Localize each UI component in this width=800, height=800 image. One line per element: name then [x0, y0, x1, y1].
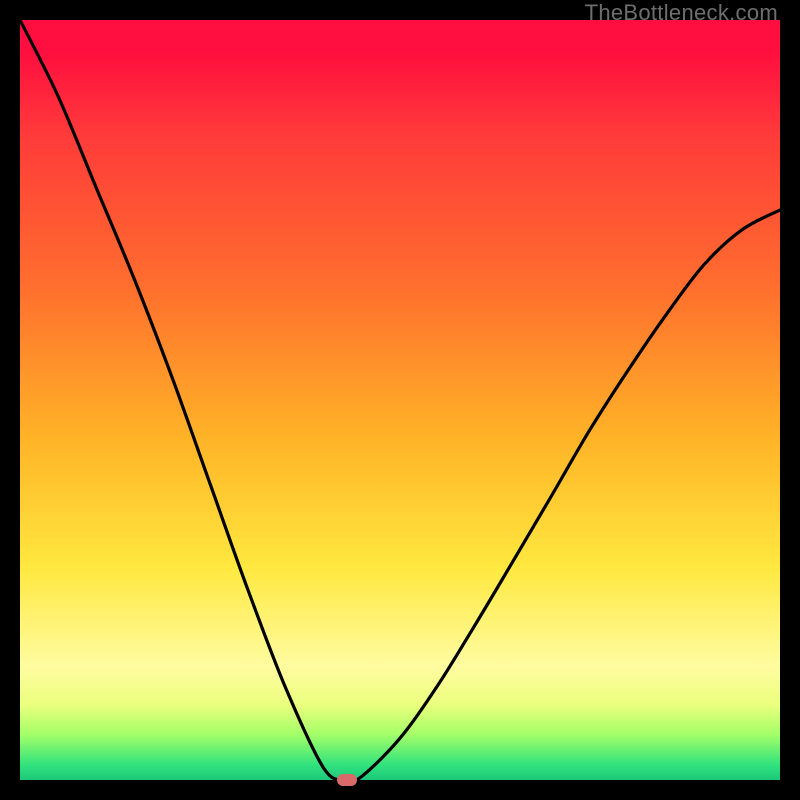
curve-svg [20, 20, 780, 780]
plot-area [20, 20, 780, 780]
optimum-marker [337, 774, 357, 786]
bottleneck-curve-path [20, 20, 780, 780]
chart-frame: TheBottleneck.com [0, 0, 800, 800]
